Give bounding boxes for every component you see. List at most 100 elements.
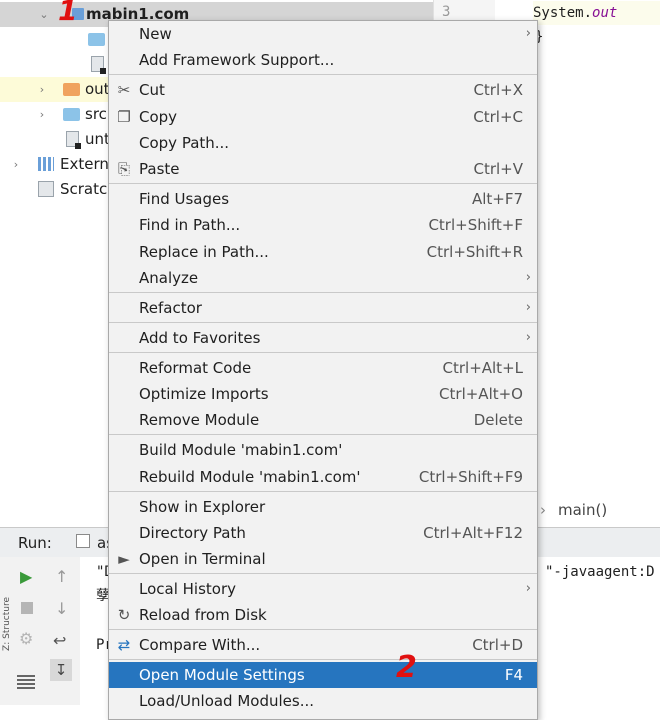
layout-icon[interactable] — [17, 675, 35, 689]
library-icon — [38, 157, 54, 171]
folder-icon — [88, 33, 105, 46]
menu-item-add-framework-support[interactable]: Add Framework Support... — [109, 47, 537, 73]
menu-item-optimize-imports[interactable]: Optimize Imports Ctrl+Alt+O — [109, 381, 537, 407]
menu-label: Copy Path... — [139, 134, 230, 152]
menu-item-find-in-path[interactable]: Find in Path... Ctrl+Shift+F — [109, 212, 537, 238]
menu-label: Reload from Disk — [139, 606, 267, 624]
scroll-to-end-icon[interactable]: ↧ — [50, 659, 72, 681]
menu-label: Rebuild Module 'mabin1.com' — [139, 468, 361, 486]
menu-item-reload-from-disk[interactable]: ↻ Reload from Disk — [109, 602, 537, 628]
file-icon — [66, 131, 81, 149]
arrow-down-icon[interactable]: ↓ — [55, 599, 68, 618]
menu-label: Replace in Path... — [139, 243, 269, 261]
cut-icon: ✂ — [117, 81, 131, 99]
menu-item-paste[interactable]: ⎘ Paste Ctrl+V — [109, 156, 537, 182]
chevron-right-icon[interactable]: › — [10, 152, 22, 177]
context-menu: New › Add Framework Support... ✂ Cut Ctrl+X… — [108, 20, 538, 720]
submenu-arrow-icon: › — [525, 26, 531, 41]
menu-item-rebuild-module[interactable]: Rebuild Module 'mabin1.com' Ctrl+Shift+F9 — [109, 464, 537, 490]
menu-item-local-history[interactable]: Local History › — [109, 576, 537, 602]
menu-label: Remove Module — [139, 411, 260, 429]
chevron-down-icon[interactable]: ⌄ — [38, 2, 50, 27]
menu-shortcut: Ctrl+C — [473, 108, 523, 126]
menu-item-analyze[interactable]: Analyze › — [109, 265, 537, 291]
scratch-icon — [38, 181, 54, 197]
chevron-right-icon: › — [540, 501, 546, 519]
menu-label: New — [139, 25, 172, 43]
menu-item-reformat-code[interactable]: Reformat Code Ctrl+Alt+L — [109, 355, 537, 381]
folder-icon — [63, 83, 80, 96]
menu-item-remove-module[interactable]: Remove Module Delete — [109, 407, 537, 433]
file-icon — [91, 56, 106, 74]
menu-item-build-module[interactable]: Build Module 'mabin1.com' — [109, 437, 537, 463]
menu-label: Local History — [139, 580, 237, 598]
menu-label: Load/Unload Modules... — [139, 692, 315, 710]
terminal-icon: ► — [118, 550, 130, 568]
menu-label: Paste — [139, 160, 180, 178]
menu-separator — [109, 434, 537, 435]
menu-shortcut: Ctrl+Alt+O — [439, 385, 523, 403]
menu-item-compare-with[interactable]: ⇄ Compare With... Ctrl+D — [109, 632, 537, 658]
menu-label: Open in Terminal — [139, 550, 266, 568]
chevron-right-icon[interactable]: › — [36, 102, 48, 127]
compare-icon: ⇄ — [117, 636, 131, 654]
menu-separator — [109, 292, 537, 293]
menu-label: Cut — [139, 81, 165, 99]
structure-tab[interactable]: Z: Structure — [2, 597, 12, 651]
console-line-right: "-javaagent:D — [545, 564, 655, 580]
paste-icon: ⎘ — [117, 160, 130, 178]
menu-item-add-to-favorites[interactable]: Add to Favorites › — [109, 325, 537, 351]
menu-separator — [109, 629, 537, 630]
menu-separator — [109, 659, 537, 660]
menu-item-copy[interactable]: ❐ Copy Ctrl+C — [109, 104, 537, 130]
menu-separator — [109, 573, 537, 574]
menu-shortcut: Ctrl+X — [473, 81, 523, 99]
menu-item-find-usages[interactable]: Find Usages Alt+F7 — [109, 186, 537, 212]
menu-item-show-in-explorer[interactable]: Show in Explorer — [109, 494, 537, 520]
submenu-arrow-icon: › — [525, 581, 531, 596]
menu-label: Find Usages — [139, 190, 230, 208]
tree-out-label: out — [85, 80, 110, 98]
menu-label: Copy — [139, 108, 178, 126]
code-text-italic: out — [592, 5, 618, 21]
submenu-arrow-icon: › — [525, 300, 531, 315]
menu-item-load-unload-modules[interactable]: Load/Unload Modules... — [109, 688, 537, 714]
menu-label: Build Module 'mabin1.com' — [139, 441, 343, 459]
menu-item-refactor[interactable]: Refactor › — [109, 295, 537, 321]
menu-shortcut: Ctrl+Shift+R — [426, 243, 523, 261]
menu-item-cut[interactable]: ✂ Cut Ctrl+X — [109, 77, 537, 103]
tree-src-label: src — [85, 105, 107, 123]
menu-item-open-in-terminal[interactable]: ► Open in Terminal — [109, 546, 537, 572]
menu-item-directory-path[interactable]: Directory Path Ctrl+Alt+F12 — [109, 520, 537, 546]
menu-item-open-module-settings[interactable]: Open Module Settings F4 — [109, 662, 537, 688]
code-text: System. — [533, 5, 593, 21]
menu-label: Reformat Code — [139, 359, 252, 377]
menu-item-replace-in-path[interactable]: Replace in Path... Ctrl+Shift+R — [109, 239, 537, 265]
code-line: System.out — [533, 1, 660, 25]
menu-shortcut: Alt+F7 — [471, 190, 523, 208]
chevron-right-icon[interactable]: › — [36, 77, 48, 102]
menu-item-copy-path[interactable]: Copy Path... — [109, 130, 537, 156]
menu-label: Add Framework Support... — [139, 51, 335, 69]
menu-label: Find in Path... — [139, 216, 241, 234]
line-number: 3 — [442, 4, 451, 20]
menu-shortcut: Ctrl+V — [473, 160, 523, 178]
play-icon[interactable]: ▶ — [20, 567, 32, 586]
wrap-icon[interactable]: ↩ — [53, 631, 66, 650]
stop-icon[interactable] — [21, 602, 33, 614]
arrow-up-icon[interactable]: ↑ — [55, 567, 68, 586]
debug-icon[interactable]: ⚙ — [19, 629, 33, 648]
annotation-mark-2: 2 — [396, 650, 417, 685]
menu-label: Directory Path — [139, 524, 246, 542]
menu-label: Refactor — [139, 299, 202, 317]
menu-separator — [109, 322, 537, 323]
run-title: Run: — [18, 534, 52, 552]
menu-shortcut: F4 — [504, 666, 523, 684]
folder-icon — [63, 108, 80, 121]
menu-separator — [109, 352, 537, 353]
submenu-arrow-icon: › — [525, 330, 531, 345]
menu-separator — [109, 183, 537, 184]
menu-separator — [109, 491, 537, 492]
menu-item-new[interactable]: New › — [109, 21, 537, 47]
menu-shortcut: Ctrl+D — [472, 636, 523, 654]
